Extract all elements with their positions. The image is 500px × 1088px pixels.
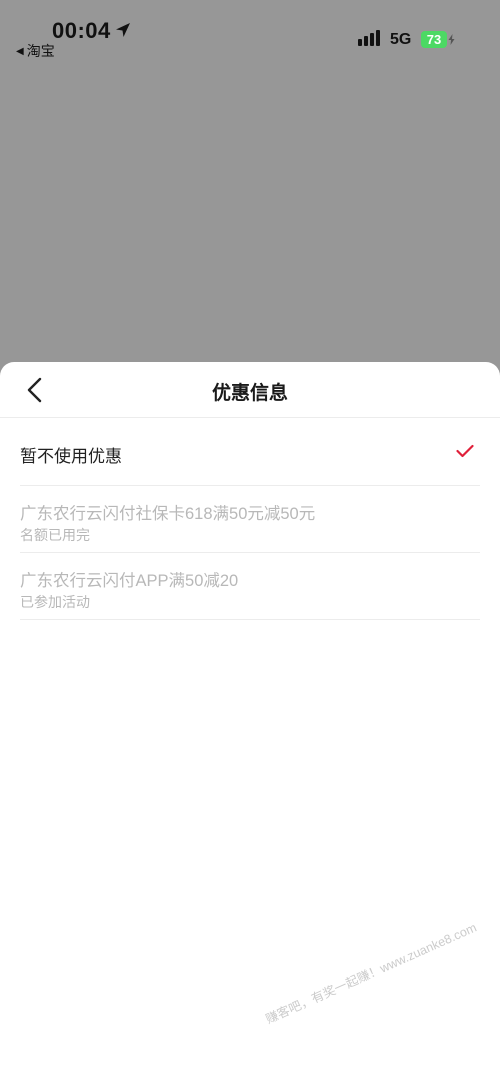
option-no-coupon[interactable]: 暂不使用优惠 <box>20 418 480 486</box>
coupon-bottom-sheet: 优惠信息 暂不使用优惠 广东农行云闪付社保卡618满50元减50元 名额已用完 … <box>0 362 500 1088</box>
location-arrow-icon <box>116 23 130 37</box>
option-coupon-social-card: 广东农行云闪付社保卡618满50元减50元 名额已用完 <box>20 486 480 553</box>
checkmark-icon <box>456 444 474 458</box>
coupon-option-list: 暂不使用优惠 广东农行云闪付社保卡618满50元减50元 名额已用完 广东农行云… <box>20 418 480 620</box>
option-status: 已参加活动 <box>20 594 90 610</box>
option-status: 名额已用完 <box>20 527 90 543</box>
signal-strength-icon <box>358 30 380 46</box>
option-label: 广东农行云闪付APP满50减20 <box>20 572 239 590</box>
sheet-header: 优惠信息 <box>0 362 500 418</box>
status-bar: 00:04 ◀ 淘宝 5G 73 <box>0 0 500 70</box>
sheet-title: 优惠信息 <box>211 383 288 404</box>
charging-bolt-icon <box>448 34 455 45</box>
option-coupon-app: 广东农行云闪付APP满50减20 已参加活动 <box>20 553 480 620</box>
option-label: 暂不使用优惠 <box>20 447 122 466</box>
status-time: 00:04 <box>52 18 111 43</box>
back-triangle-icon: ◀ <box>16 45 24 57</box>
option-label: 广东农行云闪付社保卡618满50元减50元 <box>20 505 316 523</box>
back-app-label: 淘宝 <box>26 43 55 59</box>
back-to-app-link[interactable]: ◀ 淘宝 <box>16 41 55 61</box>
network-type: 5G <box>390 31 412 48</box>
battery-icon: 73 <box>421 31 447 48</box>
